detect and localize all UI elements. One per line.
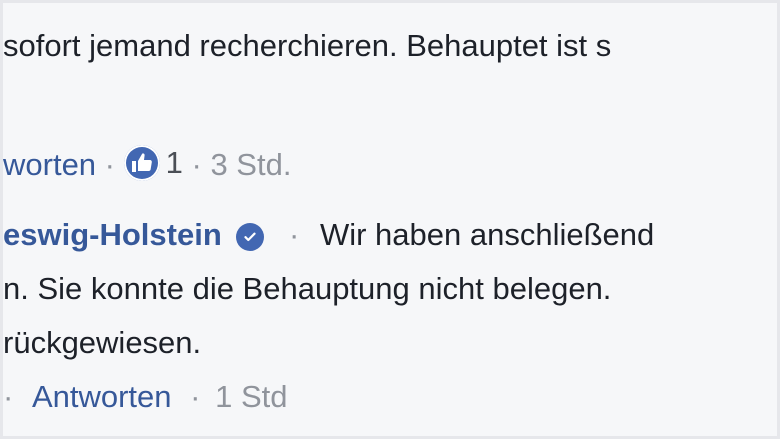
comment-1-reaction-count[interactable]: 1 — [123, 145, 183, 181]
comment-2-separator-2: · — [190, 379, 201, 414]
comment-2-timestamp[interactable]: 1 Std — [215, 379, 287, 414]
comment-2-actions: · Antworten · 1 Std — [3, 379, 288, 415]
comment-1-timestamp[interactable]: 3 Std. — [210, 147, 291, 182]
comment-2-text-line-3: rückgewiesen. — [3, 325, 201, 361]
comment-thread-crop: sofort jemand recherchieren. Behauptet i… — [0, 0, 780, 439]
comment-2-text-line-2: n. Sie konnte die Behauptung nicht beleg… — [3, 271, 611, 307]
comment-1-separator: · — [104, 147, 115, 182]
comment-1-text: sofort jemand recherchieren. Behauptet i… — [3, 28, 611, 64]
comment-1-body: sofort jemand recherchieren. Behauptet i… — [3, 28, 612, 63]
comment-2-body-line-1: Wir haben anschließend — [319, 217, 655, 252]
comment-1-separator-2: · — [191, 147, 202, 182]
like-thumbs-up-icon — [123, 145, 160, 181]
verified-badge-icon — [236, 222, 265, 251]
comment-2-header: eswig-Holstein · Wir haben anschließend — [3, 217, 654, 253]
comment-2-separator: · — [289, 217, 300, 252]
comment-2-separator-lead: · — [3, 379, 14, 414]
comment-1-actions: worten · 1 · 3 Std. — [3, 145, 291, 183]
like-count: 1 — [165, 145, 183, 180]
comment-2-body-line-3: rückgewiesen. — [3, 325, 202, 360]
comment-2-author-link[interactable]: eswig-Holstein — [3, 217, 222, 252]
comment-2-reply-link[interactable]: Antworten — [32, 379, 172, 414]
comment-2-body-line-2: n. Sie konnte die Behauptung nicht beleg… — [3, 271, 612, 306]
comment-1-reply-link[interactable]: worten — [3, 147, 96, 182]
